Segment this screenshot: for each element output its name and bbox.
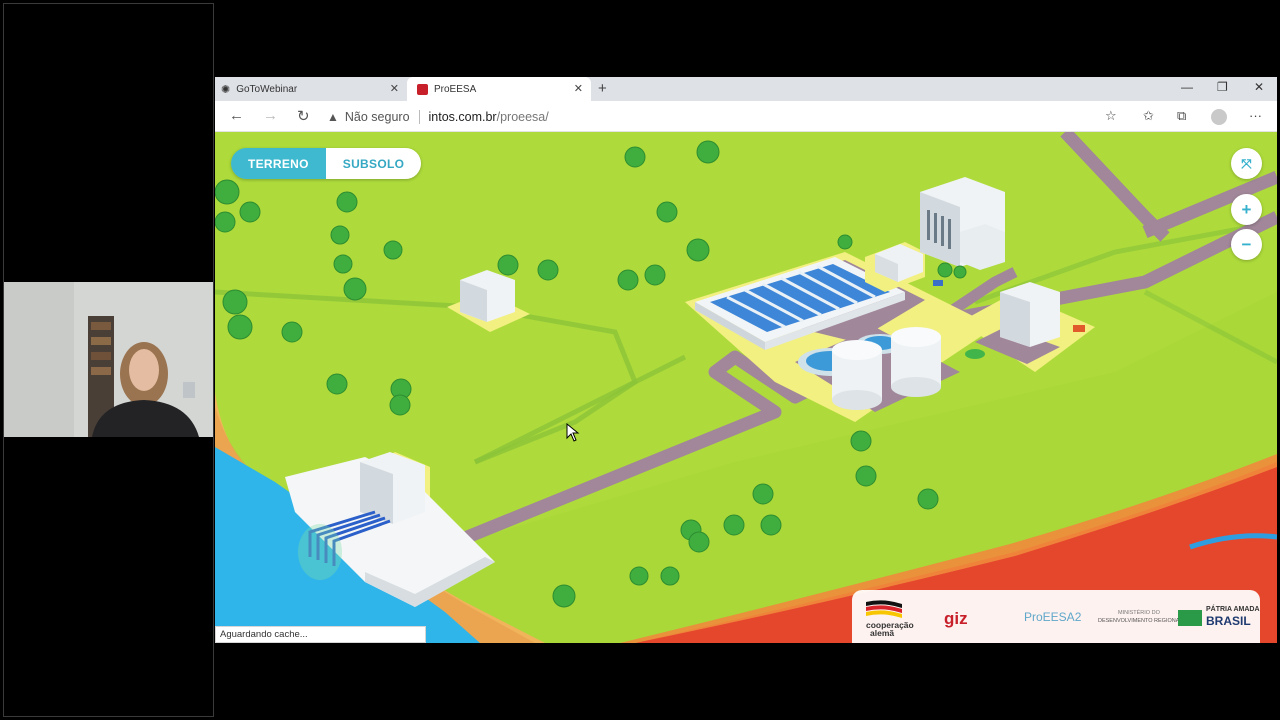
german-flag-logo [866, 600, 902, 618]
screen: ✺ GoToWebinar ✕ ProEESA ✕ + — ❐ ✕ ← → ↻ … [0, 0, 1280, 720]
tab-bar: ✺ GoToWebinar ✕ ProEESA ✕ + — ❐ ✕ [215, 77, 1277, 101]
terrain-mode-toggle[interactable]: TERRENO SUBSOLO [231, 148, 422, 179]
brazil-flag-icon [1178, 610, 1202, 626]
star-icon[interactable]: ☆ [1105, 108, 1117, 124]
zoom-in-button[interactable]: + [1231, 194, 1262, 225]
reload-icon[interactable]: ↻ [297, 107, 310, 125]
browser-window: ✺ GoToWebinar ✕ ProEESA ✕ + — ❐ ✕ ← → ↻ … [215, 77, 1277, 643]
favorites-icon[interactable]: ✩ [1143, 108, 1154, 124]
back-arrow-icon[interactable]: ← [229, 107, 244, 124]
minimize-button[interactable]: — [1181, 80, 1193, 94]
map-viewport: TERRENO SUBSOLO ⤧ + − Aguardando cache..… [215, 132, 1277, 643]
tab-label: GoToWebinar [236, 83, 298, 95]
tab-proeesa[interactable]: ProEESA ✕ [407, 77, 591, 101]
proeesa-favicon-icon [417, 83, 428, 95]
warning-icon: ▲ [327, 110, 339, 124]
address-bar: ← → ↻ ▲ Não seguro intos.com.br /proeesa… [215, 101, 1277, 132]
patria-logo-line1: PÁTRIA AMADA [1206, 606, 1260, 613]
fullscreen-icon: ⤧ [1241, 155, 1252, 171]
url-separator [418, 110, 420, 124]
webcam-video [4, 282, 213, 437]
fullscreen-button[interactable]: ⤧ [1231, 148, 1262, 179]
zoom-in-icon: + [1241, 199, 1252, 219]
zoom-out-button[interactable]: − [1231, 229, 1262, 260]
profile-avatar-icon[interactable] [1211, 109, 1227, 125]
giz-logo: giz [944, 609, 968, 628]
patria-logo-line2: BRASIL [1206, 614, 1251, 628]
restore-button[interactable]: ❐ [1217, 80, 1228, 94]
terreno-button[interactable]: TERRENO [231, 148, 326, 179]
ministerio-logo-line1: MINISTÉRIO DO [1118, 610, 1160, 616]
new-tab-button[interactable]: + [598, 80, 607, 97]
cooperacao-logo-line2: alemã [870, 628, 895, 638]
tab-gotowebinar[interactable]: ✺ GoToWebinar ✕ [221, 77, 407, 101]
url-field[interactable]: ▲ Não seguro intos.com.br /proeesa/ [327, 105, 1127, 129]
zoom-out-icon: − [1241, 234, 1252, 254]
url-path: /proeesa/ [496, 110, 549, 124]
close-tab-icon[interactable]: ✕ [390, 82, 399, 95]
more-menu-icon[interactable]: ··· [1249, 108, 1262, 123]
subsolo-button[interactable]: SUBSOLO [325, 148, 422, 179]
close-window-button[interactable]: ✕ [1254, 80, 1264, 94]
proeesa2-logo: ProEESA2 [1024, 610, 1082, 624]
ministerio-logo-line2: DESENVOLVIMENTO REGIONAL [1098, 618, 1183, 624]
partner-logos-panel: cooperação alemã giz ProEESA2 MINISTÉRIO… [852, 590, 1260, 643]
gotowebinar-icon: ✺ [221, 83, 231, 96]
security-label[interactable]: Não seguro [345, 110, 410, 124]
isometric-map[interactable] [215, 132, 1277, 643]
tab-label: ProEESA [434, 83, 477, 95]
close-tab-icon[interactable]: ✕ [574, 82, 583, 95]
url-host: intos.com.br [428, 110, 497, 124]
collections-icon[interactable]: ⧉ [1177, 108, 1186, 124]
forward-arrow-icon[interactable]: → [263, 107, 278, 124]
status-bar: Aguardando cache... [215, 626, 426, 643]
